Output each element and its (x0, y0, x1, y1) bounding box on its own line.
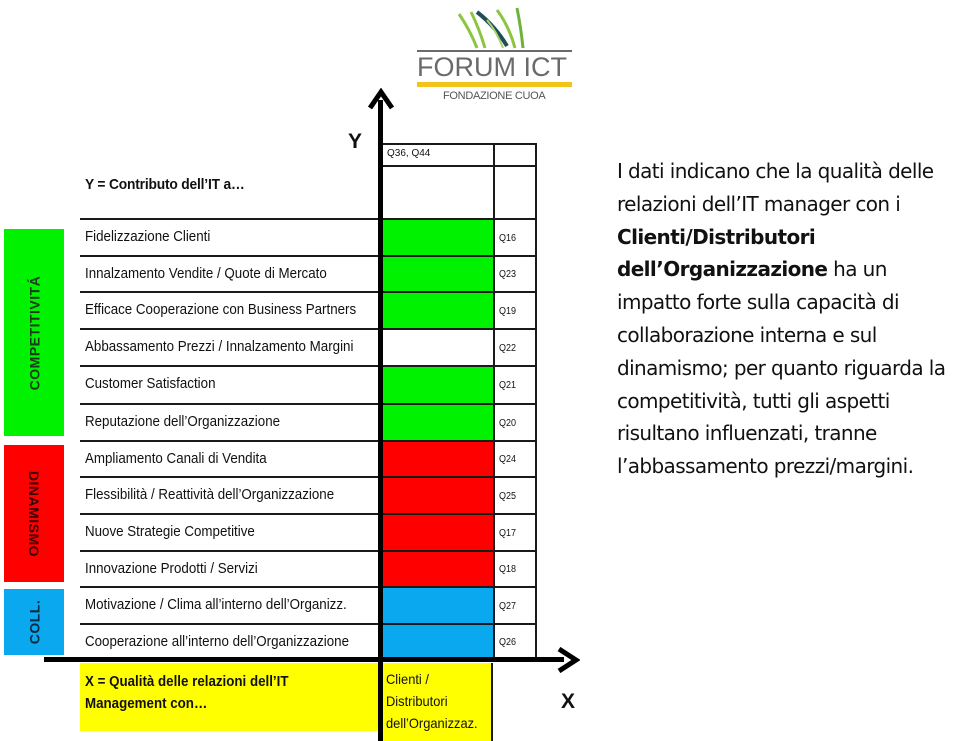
question-id: Q23 (499, 269, 517, 280)
question-cell: Q17 (493, 513, 537, 551)
question-id: Q21 (499, 380, 517, 391)
row-label: Flessibilità / Reattività dell’Organizza… (85, 487, 335, 503)
row-label: Motivazione / Clima all’interno dell’Org… (85, 597, 347, 613)
matrix-cell-red (383, 476, 493, 514)
x-axis-title: X = Qualità delle relazioni dell’IT Mana… (85, 671, 379, 715)
row-label: Reputazione dell’Organizzazione (85, 414, 281, 430)
row-label: Fidelizzazione Clienti (85, 229, 211, 245)
row-label: Abbassamento Prezzi / Innalzamento Margi… (85, 339, 354, 355)
grass-logo-icon (457, 7, 525, 49)
question-id: Q19 (499, 305, 517, 317)
category-collaborazione: COLL. (4, 589, 64, 655)
note-text: I dati indicano che la qualità delle rel… (617, 159, 934, 216)
logo-gold-bar (417, 82, 572, 87)
row-divider (80, 218, 380, 220)
question-cell: Q21 (493, 365, 537, 404)
logo-title: FORUM ICT (417, 52, 567, 82)
row-label: Efficace Cooperazione con Business Partn… (85, 302, 357, 318)
x-title-line: Management con… (85, 696, 208, 712)
question-id: Q16 (499, 232, 517, 244)
row-label: Nuove Strategie Competitive (85, 524, 255, 540)
header-q-cell (493, 143, 537, 166)
matrix-cell-green (383, 403, 493, 441)
row-label: Cooperazione all’interno dell’Organizzaz… (85, 634, 349, 650)
row-divider (80, 255, 380, 257)
note-text: ha un impatto forte sulla capacità di co… (617, 257, 946, 479)
question-cell: Q20 (493, 403, 537, 441)
explanation-note: I dati indicano che la qualità delle rel… (617, 155, 957, 483)
matrix-cell-red (383, 440, 493, 477)
matrix-cell-white (383, 328, 493, 366)
matrix-cell-green (383, 255, 493, 292)
row-divider (80, 550, 380, 552)
x-axis-arrow-icon (557, 647, 580, 673)
question-id: Q27 (499, 600, 517, 612)
row-divider (80, 291, 380, 293)
question-cell: Q18 (493, 550, 537, 587)
row-label: Innalzamento Vendite / Quote di Mercato (85, 266, 327, 282)
row-divider (80, 623, 380, 625)
question-id: Q25 (499, 490, 517, 502)
category-label: DINAMISMO (26, 470, 43, 557)
question-id: Q18 (499, 564, 517, 575)
row-label: Ampliamento Canali di Vendita (85, 451, 267, 467)
x-category-box: Clienti / Distributori dell’Organizzaz. (383, 663, 493, 741)
x-category-line: Distributori (386, 693, 448, 709)
row-divider (80, 476, 380, 478)
x-axis-label: X (561, 690, 576, 713)
matrix-cell-green (383, 365, 493, 404)
question-cell: Q22 (493, 328, 537, 366)
matrix-cell-green (383, 291, 493, 329)
matrix-cell-red (383, 550, 493, 587)
matrix-cell-blue (383, 623, 493, 659)
question-cell: Q27 (493, 586, 537, 624)
row-divider (80, 586, 380, 588)
question-id: Q24 (499, 454, 517, 465)
y-axis-line (378, 100, 383, 741)
header-cell: Q36, Q44 (383, 143, 493, 166)
question-id: Q22 (499, 342, 517, 354)
x-category-line: Clienti / (386, 671, 429, 687)
note-bold: Clienti/Distributori dell’Organizzazione (617, 224, 828, 282)
blank-q-cell (493, 165, 537, 220)
question-cell: Q25 (493, 476, 537, 514)
category-dinamismo: DINAMISMO (4, 445, 64, 582)
row-label: Customer Satisfaction (85, 376, 216, 392)
question-id: Q17 (499, 527, 517, 539)
y-axis-arrow-icon (368, 88, 394, 110)
y-axis-label: Y (348, 130, 363, 153)
x-axis-title-box: X = Qualità delle relazioni dell’IT Mana… (80, 663, 378, 731)
row-divider (80, 403, 380, 405)
y-axis-title: Y = Contributo dell’IT a… (85, 176, 245, 193)
question-cell: Q19 (493, 291, 537, 329)
x-title-line: X = Qualità delle relazioni dell’IT (85, 674, 289, 690)
category-competitivita: COMPETITIVITÁ (4, 229, 64, 436)
row-divider (80, 513, 380, 515)
row-divider (80, 365, 380, 367)
row-label: Innovazione Prodotti / Servizi (85, 561, 258, 577)
question-id: Q20 (499, 417, 517, 429)
x-category-line: dell’Organizzaz. (386, 715, 478, 731)
blank-cell (383, 165, 493, 220)
category-label: COMPETITIVITÁ (26, 275, 42, 390)
question-cell: Q24 (493, 440, 537, 477)
x-category-label: Clienti / Distributori dell’Organizzaz. (386, 668, 478, 734)
question-cell: Q23 (493, 255, 537, 292)
matrix-cell-red (383, 513, 493, 551)
question-id: Q26 (499, 636, 517, 648)
matrix-cell-green (383, 218, 493, 256)
question-cell: Q26 (493, 623, 537, 659)
row-divider (80, 328, 380, 330)
row-divider (80, 440, 380, 442)
question-cell: Q16 (493, 218, 537, 256)
header-questions: Q36, Q44 (387, 148, 431, 159)
matrix-cell-blue (383, 586, 493, 624)
category-label: COLL. (26, 599, 42, 645)
forum-ict-logo: FORUM ICT FONDAZIONE CUOA (415, 2, 575, 106)
x-axis-line (44, 657, 564, 662)
logo-subtitle: FONDAZIONE CUOA (443, 90, 546, 102)
